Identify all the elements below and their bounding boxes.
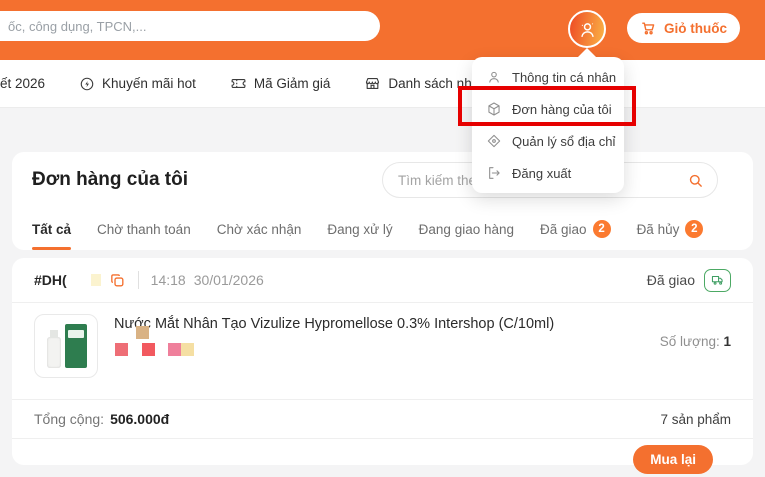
nav-item-label: Mã Giảm giá — [254, 76, 331, 91]
tab-cho-xac-nhan[interactable]: Chờ xác nhận — [217, 208, 302, 250]
menu-item-quan-ly-so-dia-chi[interactable]: Quản lý sổ địa chỉ — [472, 125, 624, 157]
product-bottle-graphic — [47, 337, 61, 368]
tab-dang-giao-hang[interactable]: Đang giao hàng — [419, 208, 514, 250]
tab-da-huy[interactable]: Đã hủy 2 — [637, 208, 704, 250]
delivered-truck-icon — [704, 269, 731, 292]
tab-label: Đã giao — [540, 222, 587, 237]
total-value: 506.000đ — [110, 411, 169, 427]
quantity-label: Số lượng: — [660, 334, 720, 349]
redacted-block — [181, 343, 194, 356]
tab-label: Tất cả — [32, 222, 71, 237]
hot-deal-icon — [79, 76, 95, 92]
tab-cho-thanh-toan[interactable]: Chờ thanh toán — [97, 208, 191, 250]
tab-label: Đã hủy — [637, 222, 680, 237]
nav-item-label: ết 2026 — [0, 76, 45, 91]
nav-item-khuyen-mai[interactable]: Khuyến mãi hot — [79, 76, 196, 92]
header-search[interactable] — [0, 11, 380, 41]
dropdown-caret — [577, 48, 597, 58]
rebuy-button[interactable]: Mua lại — [633, 445, 713, 474]
person-icon — [577, 19, 598, 40]
tab-dang-xu-ly[interactable]: Đang xử lý — [327, 208, 392, 250]
redacted-price — [114, 335, 564, 359]
cart-icon — [640, 20, 657, 37]
tab-label: Đang giao hàng — [419, 222, 514, 237]
menu-item-thong-tin-ca-nhan[interactable]: Thông tin cá nhân — [472, 61, 624, 93]
menu-item-dang-xuat[interactable]: Đăng xuất — [472, 157, 624, 189]
tab-badge: 2 — [593, 220, 611, 238]
user-avatar[interactable] — [568, 10, 606, 48]
coupon-icon — [230, 75, 247, 92]
logout-icon — [486, 165, 502, 181]
location-icon — [486, 133, 502, 149]
tab-label: Chờ thanh toán — [97, 222, 191, 237]
main-nav: ết 2026 Khuyến mãi hot Mã Giảm giá — [0, 60, 765, 108]
menu-item-label: Đăng xuất — [512, 166, 571, 181]
order-datetime: 14:18 30/01/2026 — [151, 272, 264, 288]
redacted-block — [142, 343, 155, 356]
menu-item-label: Quản lý sổ địa chỉ — [512, 134, 615, 149]
product-info: Nước Mắt Nhân Tạo Vizulize Hypromellose … — [114, 314, 564, 389]
nav-item-label: Khuyến mãi hot — [102, 76, 196, 91]
order-product-row[interactable]: Nước Mắt Nhân Tạo Vizulize Hypromellose … — [12, 303, 753, 400]
redacted-block — [136, 326, 149, 339]
divider — [138, 271, 139, 289]
item-count: 7 sản phẩm — [660, 412, 731, 427]
order-actions: Mua lại — [12, 439, 753, 477]
menu-item-label: Thông tin cá nhân — [512, 70, 616, 85]
top-header: Giỏ thuốc — [0, 0, 765, 60]
menu-item-label: Đơn hàng của tôi — [512, 102, 612, 117]
redacted-block — [91, 274, 101, 286]
cart-button[interactable]: Giỏ thuốc — [627, 13, 740, 43]
package-icon — [486, 101, 502, 117]
order-header: #DH( 14:18 30/01/2026 Đã giao — [12, 258, 753, 303]
redacted-block — [168, 343, 181, 356]
order-time: 14:18 — [151, 272, 186, 288]
store-icon — [364, 75, 381, 92]
order-status: Đã giao — [647, 272, 695, 288]
product-image — [34, 314, 98, 378]
quantity-value: 1 — [723, 334, 731, 349]
search-icon[interactable] — [687, 172, 704, 189]
nav-item-ma-giam-gia[interactable]: Mã Giảm giá — [230, 75, 331, 92]
orders-panel: Đơn hàng của tôi Tất cả Chờ thanh toán C… — [12, 152, 753, 250]
order-tabs: Tất cả Chờ thanh toán Chờ xác nhận Đang … — [12, 208, 753, 250]
order-id: #DH( — [34, 272, 67, 288]
header-search-input[interactable] — [6, 18, 380, 35]
tab-badge: 2 — [685, 220, 703, 238]
product-quantity: Số lượng: 1 — [660, 334, 731, 389]
tab-da-giao[interactable]: Đã giao 2 — [540, 208, 611, 250]
product-name[interactable]: Nước Mắt Nhân Tạo Vizulize Hypromellose … — [114, 314, 564, 335]
tab-label: Chờ xác nhận — [217, 222, 302, 237]
nav-item-tet[interactable]: ết 2026 — [0, 76, 45, 91]
page-title: Đơn hàng của tôi — [32, 169, 188, 191]
copy-icon[interactable] — [109, 272, 126, 289]
person-icon — [486, 69, 502, 85]
product-box-graphic — [65, 324, 87, 368]
order-date: 30/01/2026 — [194, 272, 264, 288]
cart-button-label: Giỏ thuốc — [664, 21, 727, 36]
menu-item-don-hang-cua-toi[interactable]: Đơn hàng của tôi — [472, 93, 624, 125]
tab-label: Đang xử lý — [327, 222, 392, 237]
redacted-block — [115, 343, 128, 356]
tab-tat-ca[interactable]: Tất cả — [32, 208, 71, 250]
account-dropdown: Thông tin cá nhân Đơn hàng của tôi Quản … — [472, 57, 624, 193]
total-label: Tổng cộng: — [34, 411, 104, 427]
app-frame: Giỏ thuốc ết 2026 Khuyến mãi hot M — [0, 0, 765, 477]
order-total-row: Tổng cộng: 506.000đ 7 sản phẩm — [12, 400, 753, 439]
order-card: #DH( 14:18 30/01/2026 Đã giao — [12, 258, 753, 465]
